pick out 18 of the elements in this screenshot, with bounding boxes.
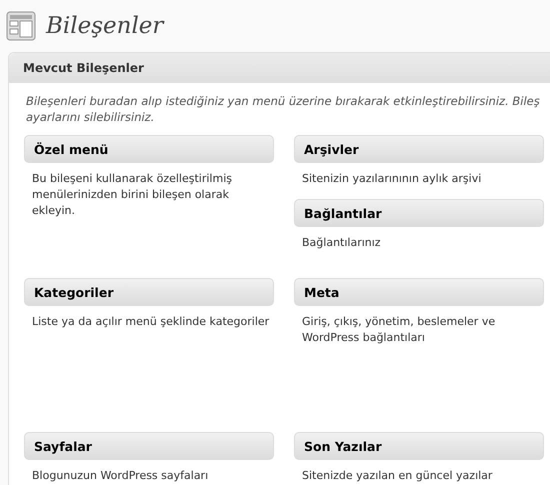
widget-description: Bu bileşeni kullanarak özelleştirilmiş menülerinizden birini bileşen olarak ekleyin.: [31, 171, 233, 219]
widget-title-bar[interactable]: Son Yazılar: [294, 432, 544, 460]
widget-title-bar[interactable]: Meta: [294, 278, 544, 306]
widget-description: Sitenizin yazılarınının aylık arşivi: [301, 171, 482, 187]
widget-description: Sitenizde yazılan en güncel yazılar: [301, 468, 494, 484]
widget-description: Giriş, çıkış, yönetim, beslemeler ve WordPress bağlantıları: [301, 314, 496, 346]
widget-title-bar[interactable]: Özel menü: [24, 135, 274, 163]
widget-description: Blogunuzun WordPress sayfaları: [31, 468, 210, 484]
widget-title-bar[interactable]: Sayfalar: [24, 432, 274, 460]
widget-title-bar[interactable]: Kategoriler: [24, 278, 274, 306]
page-title: Bileşenler: [46, 13, 164, 39]
widget-title-bar[interactable]: Arşivler: [294, 135, 544, 163]
widget-description: Bağlantılarınız: [301, 235, 382, 251]
panel-title: Mevcut Bileşenler: [23, 60, 144, 74]
widget-description: Liste ya da açılır menü şeklinde kategoriler: [31, 314, 270, 330]
panel-description: Bileşenleri buradan alıp istediğiniz yan menü üzerine bırakarak etkinleştirebilirsiniz. Bileş ayarlarını silebilirsiniz.: [26, 93, 541, 125]
widgets-icon: [6, 11, 36, 41]
widget-title-bar[interactable]: Bağlantılar: [294, 199, 544, 227]
